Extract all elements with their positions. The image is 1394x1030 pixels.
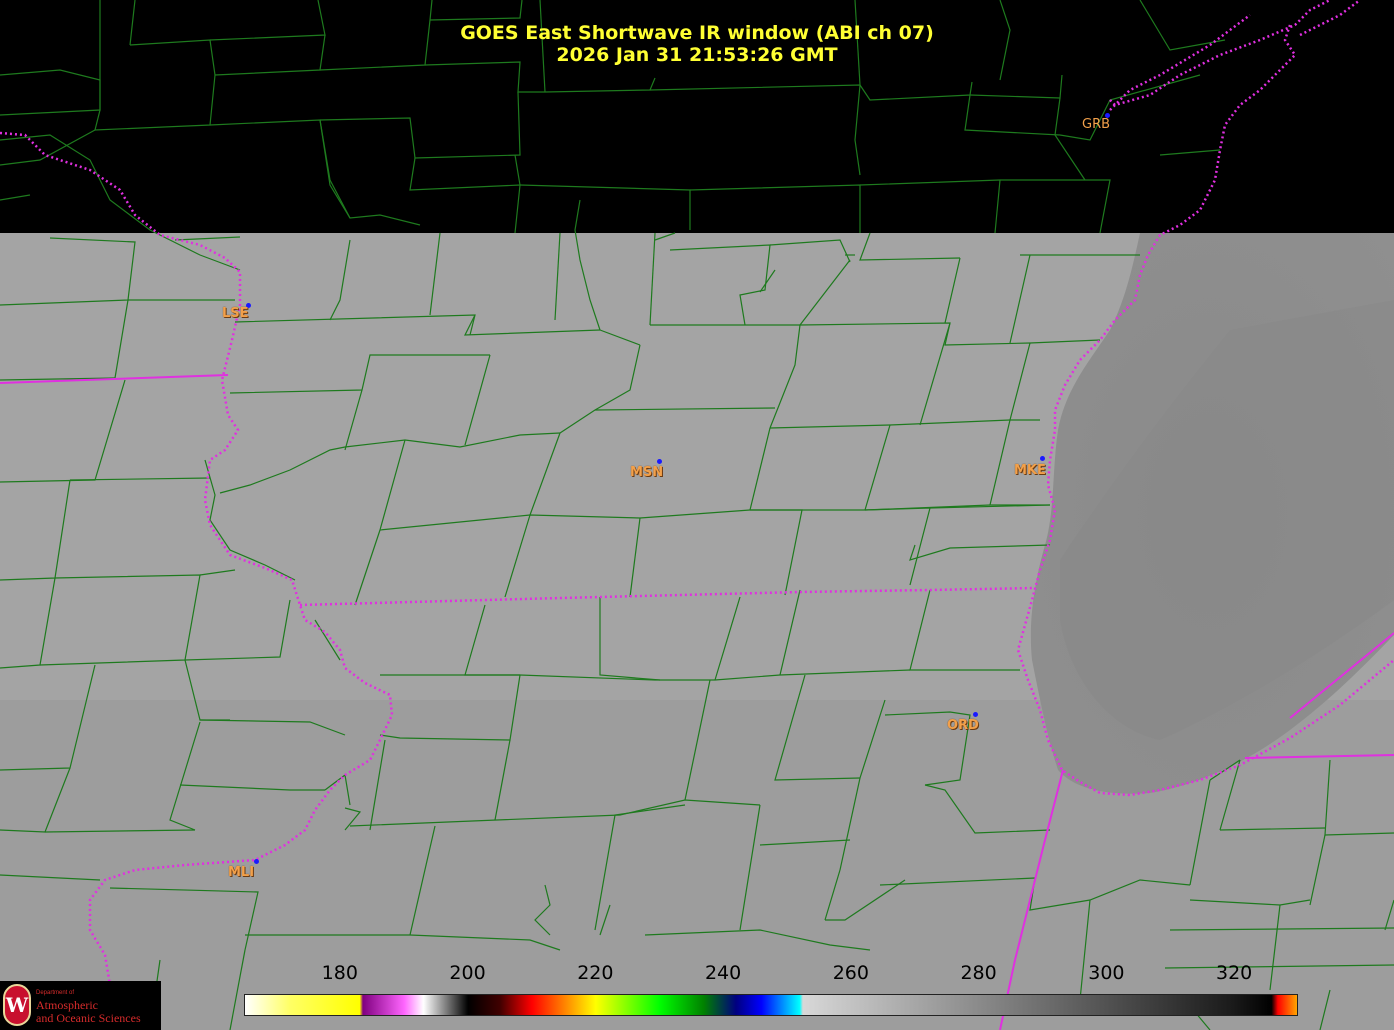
station-label-mke: MKE bbox=[1014, 463, 1046, 478]
uw-seal-icon: W bbox=[3, 984, 31, 1026]
colorbar-tick-240: 240 bbox=[704, 962, 742, 984]
aos-logo: W Department of Atmospheric and Oceanic … bbox=[0, 981, 161, 1030]
colorbar-tick-220: 220 bbox=[577, 962, 614, 984]
logo-dept-line: Department of bbox=[36, 990, 75, 996]
map-canvas bbox=[0, 0, 1394, 1030]
station-label-ord: ORD bbox=[947, 718, 979, 733]
colorbar-tick-200: 200 bbox=[449, 962, 486, 984]
chart-title: GOES East Shortwave IR window (ABI ch 07… bbox=[460, 22, 934, 44]
station-dot-mke bbox=[1040, 456, 1045, 461]
colorbar-tick-260: 260 bbox=[832, 962, 869, 984]
logo-name-line2: and Oceanic Sciences bbox=[36, 1011, 141, 1025]
station-label-grb: GRB bbox=[1082, 117, 1111, 132]
colorbar-tick-280: 280 bbox=[960, 962, 997, 984]
station-label-mli: MLI bbox=[228, 865, 255, 880]
satellite-image-viewer: GOES East Shortwave IR window (ABI ch 07… bbox=[0, 0, 1394, 1030]
colorbar bbox=[244, 994, 1298, 1016]
station-dot-mli bbox=[254, 859, 259, 864]
station-label-msn: MSN bbox=[630, 465, 664, 480]
colorbar-tick-180: 180 bbox=[321, 962, 358, 984]
colorbar-tick-320: 320 bbox=[1215, 962, 1253, 984]
station-dot-ord bbox=[973, 712, 978, 717]
station-label-lse: LSE bbox=[222, 306, 249, 321]
station-dot-msn bbox=[657, 459, 662, 464]
colorbar-tick-300: 300 bbox=[1088, 962, 1125, 984]
timestamp: 2026 Jan 31 21:53:26 GMT bbox=[556, 44, 838, 66]
